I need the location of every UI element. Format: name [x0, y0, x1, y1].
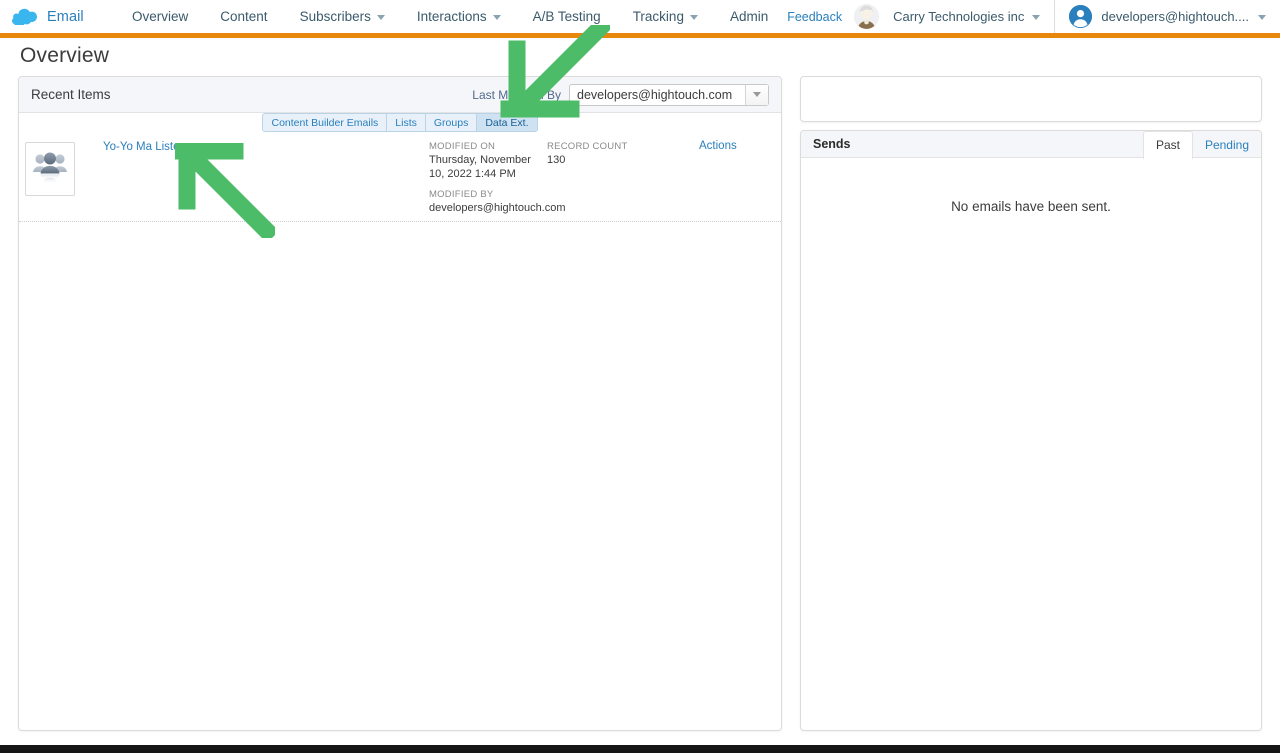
- tab-past[interactable]: Past: [1142, 131, 1193, 159]
- list-item: Yo-Yo Ma Listeners MODIFIED ON Thursday,…: [19, 134, 781, 222]
- last-modified-by-select[interactable]: developers@hightouch.com: [569, 83, 769, 106]
- page-title: Overview: [20, 44, 110, 67]
- user-avatar-icon: [1069, 5, 1093, 28]
- modified-on-label: MODIFIED ON: [429, 141, 496, 152]
- recent-items-header: Recent Items Last Modified By developers…: [19, 77, 781, 113]
- item-actions-link[interactable]: Actions: [699, 140, 737, 152]
- right-top-panel: [800, 76, 1262, 122]
- modified-by-value: developers@hightouch.com: [429, 202, 566, 214]
- nav-label: Admin: [729, 9, 769, 24]
- tab-label: Past: [1155, 137, 1180, 152]
- nav-item-tracking[interactable]: Tracking: [617, 0, 714, 33]
- chevron-down-icon: [689, 15, 698, 20]
- sends-title: Sends: [813, 137, 851, 151]
- modified-on-value: Thursday, November 10, 2022 1:44 PM: [429, 154, 531, 180]
- feedback-link[interactable]: Feedback: [787, 10, 854, 24]
- chevron-down-icon: [753, 92, 761, 97]
- nav-item-subscribers[interactable]: Subscribers: [284, 0, 401, 33]
- last-modified-by-filter: Last Modified By developers@hightouch.co…: [472, 83, 769, 106]
- global-header: Email Overview Content Subscribers Inter…: [0, 0, 1280, 33]
- tab-pending[interactable]: Pending: [1193, 132, 1261, 158]
- chevron-down-icon: [376, 15, 385, 20]
- item-meta-modified: MODIFIED ON Thursday, November 10, 2022 …: [429, 140, 566, 216]
- nav-label: Overview: [132, 9, 189, 24]
- main-nav: Overview Content Subscribers Interaction…: [116, 0, 784, 33]
- org-name: Carry Technologies inc: [893, 9, 1025, 24]
- record-count-value: 130: [547, 154, 566, 166]
- org-switcher[interactable]: Carry Technologies inc: [879, 0, 1056, 33]
- tab-data-ext[interactable]: Data Ext.: [477, 114, 537, 131]
- tab-lists[interactable]: Lists: [387, 114, 426, 131]
- nav-label: Tracking: [632, 9, 684, 24]
- nav-item-overview[interactable]: Overview: [116, 0, 204, 33]
- sends-tabs: Past Pending: [1142, 131, 1261, 159]
- tab-label: Data Ext.: [485, 116, 529, 129]
- nav-item-interactions[interactable]: Interactions: [401, 0, 517, 33]
- brand-label: Email: [47, 8, 84, 25]
- recent-items-panel: Recent Items Last Modified By developers…: [18, 76, 782, 731]
- tab-label: Lists: [395, 116, 417, 129]
- sends-header: Sends Past Pending: [801, 131, 1261, 159]
- nav-label: Subscribers: [299, 9, 371, 24]
- nav-label: Interactions: [416, 9, 487, 24]
- cloud-icon: [12, 8, 38, 25]
- item-thumbnail: [25, 142, 75, 196]
- tab-label: Groups: [433, 116, 469, 129]
- nav-item-admin[interactable]: Admin: [714, 0, 784, 33]
- recent-items-title: Recent Items: [31, 87, 111, 102]
- tab-label: Content Builder Emails: [271, 116, 379, 129]
- item-meta-record-count: RECORD COUNT 130: [547, 140, 657, 168]
- tab-content-builder-emails[interactable]: Content Builder Emails: [263, 114, 388, 131]
- nav-label: Content: [220, 9, 268, 24]
- chevron-down-icon: [1032, 15, 1041, 20]
- nav-label: A/B Testing: [532, 9, 601, 24]
- header-right-cluster: Feedback Carry Technologies inc develope…: [787, 0, 1280, 33]
- modified-by-label: MODIFIED BY: [429, 189, 494, 200]
- chevron-down-icon: [1258, 15, 1266, 20]
- avatar: [854, 4, 880, 29]
- recent-items-tabs: Content Builder Emails Lists Groups Data…: [19, 113, 781, 134]
- item-title-link[interactable]: Yo-Yo Ma Listeners: [103, 141, 202, 153]
- filter-label: Last Modified By: [472, 87, 561, 102]
- sends-empty-message: No emails have been sent.: [951, 199, 1111, 214]
- tab-groups[interactable]: Groups: [425, 114, 478, 131]
- select-value: developers@hightouch.com: [577, 87, 733, 102]
- tab-label: Pending: [1204, 137, 1249, 152]
- sends-panel: Sends Past Pending No emails have been s…: [800, 130, 1262, 731]
- brand-logo[interactable]: Email: [0, 8, 104, 25]
- chevron-down-icon: [492, 15, 501, 20]
- user-name: developers@hightouch....: [1101, 9, 1249, 24]
- record-count-label: RECORD COUNT: [547, 141, 628, 152]
- bottom-bar: [0, 745, 1280, 753]
- nav-item-content[interactable]: Content: [204, 0, 283, 33]
- user-menu[interactable]: developers@hightouch....: [1055, 0, 1280, 33]
- people-group-icon: [30, 148, 70, 191]
- select-dropdown-button[interactable]: [745, 84, 768, 105]
- nav-item-ab-testing[interactable]: A/B Testing: [517, 0, 617, 33]
- accent-bar: [0, 33, 1280, 38]
